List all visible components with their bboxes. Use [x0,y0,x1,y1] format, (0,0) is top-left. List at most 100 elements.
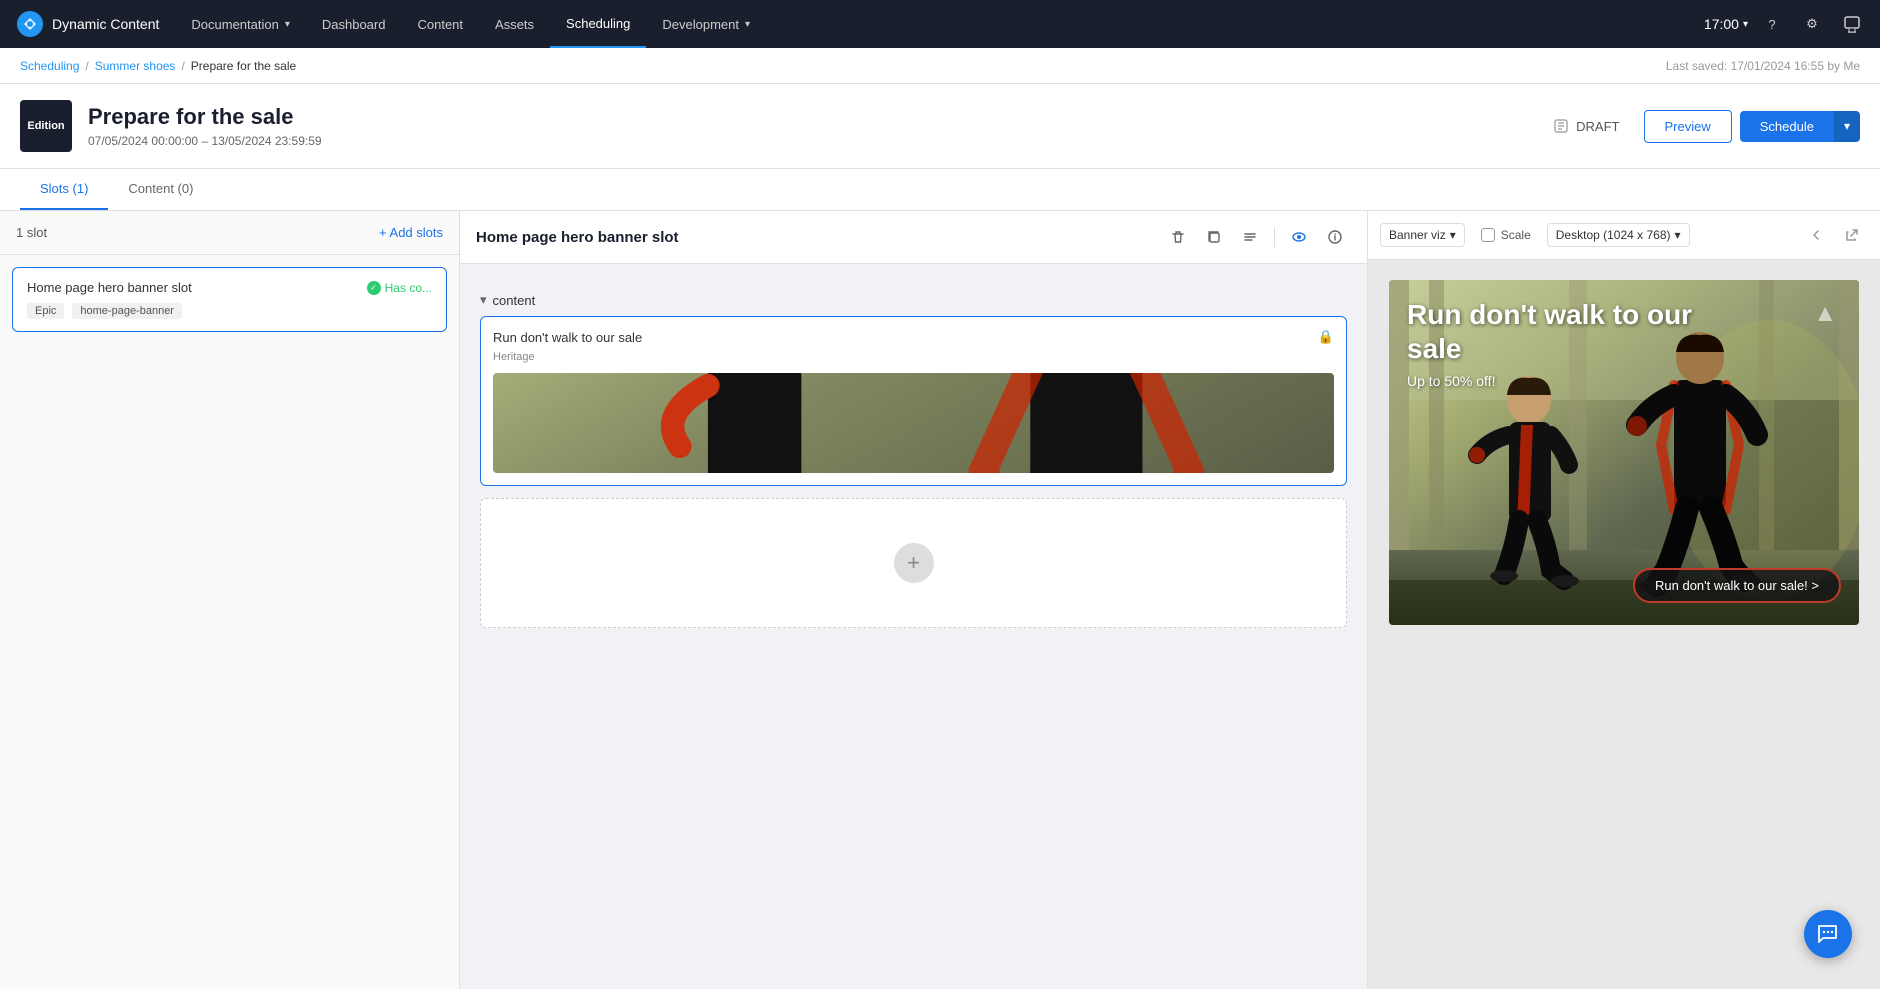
right-panel-icons [1800,219,1868,251]
external-link-icon[interactable] [1836,219,1868,251]
preview-banner: Run don't walk to our sale Up to 50% off… [1389,280,1859,625]
section-toggle[interactable]: ▾ content [480,284,1347,316]
tab-slots[interactable]: Slots (1) [20,169,108,210]
settings-icon[interactable]: ⚙ [1796,8,1828,40]
page-title-block: Prepare for the sale 07/05/2024 00:00:00… [88,104,322,148]
slot-tags: Epic home-page-banner [27,303,432,319]
content-cards: Run don't walk to our sale 🔒 Heritage [480,316,1347,628]
breadcrumb-summer-shoes[interactable]: Summer shoes [95,59,176,73]
content-section: ▾ content Run don't walk to our sale 🔒 H… [480,284,1347,628]
breadcrumb-sep1: / [85,59,88,73]
right-panel: Banner viz ▾ Scale Desktop (1024 x 768) … [1368,211,1880,989]
tab-content[interactable]: Content (0) [108,169,213,210]
delete-icon[interactable] [1162,221,1194,253]
slot-card[interactable]: Home page hero banner slot Has co... Epi… [12,267,447,332]
content-card-item[interactable]: Run don't walk to our sale 🔒 Heritage [480,316,1347,486]
left-panel: 1 slot + Add slots Home page hero banner… [0,211,460,989]
banner-scene: Run don't walk to our sale Up to 50% off… [1389,280,1859,625]
edition-badge: Edition [20,100,72,152]
copy-icon[interactable] [1198,221,1230,253]
center-panel-actions [1162,221,1351,253]
chat-bubble-button[interactable] [1804,910,1852,958]
slot-card-header: Home page hero banner slot Has co... [27,280,432,295]
section-label: content [493,293,536,308]
preview-area: Run don't walk to our sale Up to 50% off… [1368,260,1880,989]
nav-dev-arrow: ▾ [745,19,750,30]
desktop-select[interactable]: Desktop (1024 x 768) ▾ [1547,223,1690,247]
nav-documentation[interactable]: Documentation ▾ [175,0,305,48]
draft-icon [1552,117,1570,135]
header-left: Edition Prepare for the sale 07/05/2024 … [20,100,322,152]
center-slot-title: Home page hero banner slot [476,229,679,246]
banner-text: Run don't walk to our sale Up to 50% off… [1407,298,1707,389]
arrow-decoration: ▲ [1813,300,1837,328]
app-logo[interactable]: Dynamic Content [12,10,175,38]
center-panel-header: Home page hero banner slot [460,211,1367,264]
breadcrumb-scheduling[interactable]: Scheduling [20,59,79,73]
banner-subtitle: Up to 50% off! [1407,373,1707,389]
nav-dashboard[interactable]: Dashboard [306,0,402,48]
header-right: DRAFT Preview Schedule ▾ [1536,109,1860,143]
add-content-button[interactable]: + [894,543,934,583]
nav-scheduling[interactable]: Scheduling [550,0,646,48]
lock-icon: 🔒 [1318,329,1334,345]
list-icon[interactable] [1234,221,1266,253]
left-panel-header: 1 slot + Add slots [0,211,459,255]
content-card-header: Run don't walk to our sale 🔒 [493,329,1334,345]
time-arrow-icon: ▾ [1743,19,1748,30]
page-title: Prepare for the sale [88,104,322,130]
content-card-title: Run don't walk to our sale [493,330,642,345]
nav-content[interactable]: Content [401,0,479,48]
center-panel: Home page hero banner slot [460,211,1368,989]
breadcrumb: Scheduling / Summer shoes / Prepare for … [20,59,296,73]
slot-name: Home page hero banner slot [27,280,192,295]
nav-right: 17:00 ▾ ? ⚙ [1704,8,1868,40]
slot-list: Home page hero banner slot Has co... Epi… [0,255,459,989]
scale-checkbox[interactable] [1481,228,1495,242]
section-arrow-icon: ▾ [480,292,487,308]
preview-button[interactable]: Preview [1644,110,1732,143]
schedule-button[interactable]: Schedule [1740,111,1834,142]
add-content-card[interactable]: + [480,498,1347,628]
scale-toggle[interactable]: Scale [1473,224,1539,246]
draft-status: DRAFT [1536,109,1635,143]
action-divider [1274,227,1275,247]
nav-development[interactable]: Development ▾ [646,0,766,48]
viz-arrow-icon: ▾ [1450,228,1456,242]
banner-cta-button[interactable]: Run don't walk to our sale! > [1633,568,1841,603]
breadcrumb-current: Prepare for the sale [191,59,296,73]
nav-assets[interactable]: Assets [479,0,550,48]
slot-tag-home-page-banner: home-page-banner [72,303,182,319]
breadcrumb-sep2: / [181,59,184,73]
page-dates: 07/05/2024 00:00:00 – 13/05/2024 23:59:5… [88,134,322,148]
schedule-button-group: Schedule ▾ [1740,111,1860,142]
nav-doc-arrow: ▾ [285,19,290,30]
tabs-bar: Slots (1) Content (0) [0,169,1880,211]
user-icon[interactable] [1836,8,1868,40]
content-card-image [493,373,1334,473]
has-co-dot [367,281,381,295]
center-content: ▾ content Run don't walk to our sale 🔒 H… [460,264,1367,989]
slot-count: 1 slot [16,225,47,240]
eye-icon[interactable] [1283,221,1315,253]
viz-select[interactable]: Banner viz ▾ [1380,223,1465,247]
content-card-subtitle: Heritage [493,351,1334,363]
nav-time: 17:00 ▾ [1704,16,1748,32]
app-name: Dynamic Content [52,16,159,32]
slot-tag-epic: Epic [27,303,64,319]
desktop-arrow-icon: ▾ [1675,228,1681,242]
right-panel-header: Banner viz ▾ Scale Desktop (1024 x 768) … [1368,211,1880,260]
back-icon[interactable] [1800,219,1832,251]
main-layout: 1 slot + Add slots Home page hero banner… [0,211,1880,989]
info-icon[interactable] [1319,221,1351,253]
has-co-indicator: Has co... [367,281,432,295]
banner-title: Run don't walk to our sale [1407,298,1707,365]
schedule-arrow-button[interactable]: ▾ [1834,111,1860,142]
help-icon[interactable]: ? [1756,8,1788,40]
nav-items: Documentation ▾ Dashboard Content Assets… [175,0,1704,48]
top-nav: Dynamic Content Documentation ▾ Dashboar… [0,0,1880,48]
last-saved-text: Last saved: 17/01/2024 16:55 by Me [1666,59,1860,73]
page-header: Edition Prepare for the sale 07/05/2024 … [0,84,1880,169]
breadcrumb-bar: Scheduling / Summer shoes / Prepare for … [0,48,1880,84]
add-slots-button[interactable]: + Add slots [379,225,443,240]
